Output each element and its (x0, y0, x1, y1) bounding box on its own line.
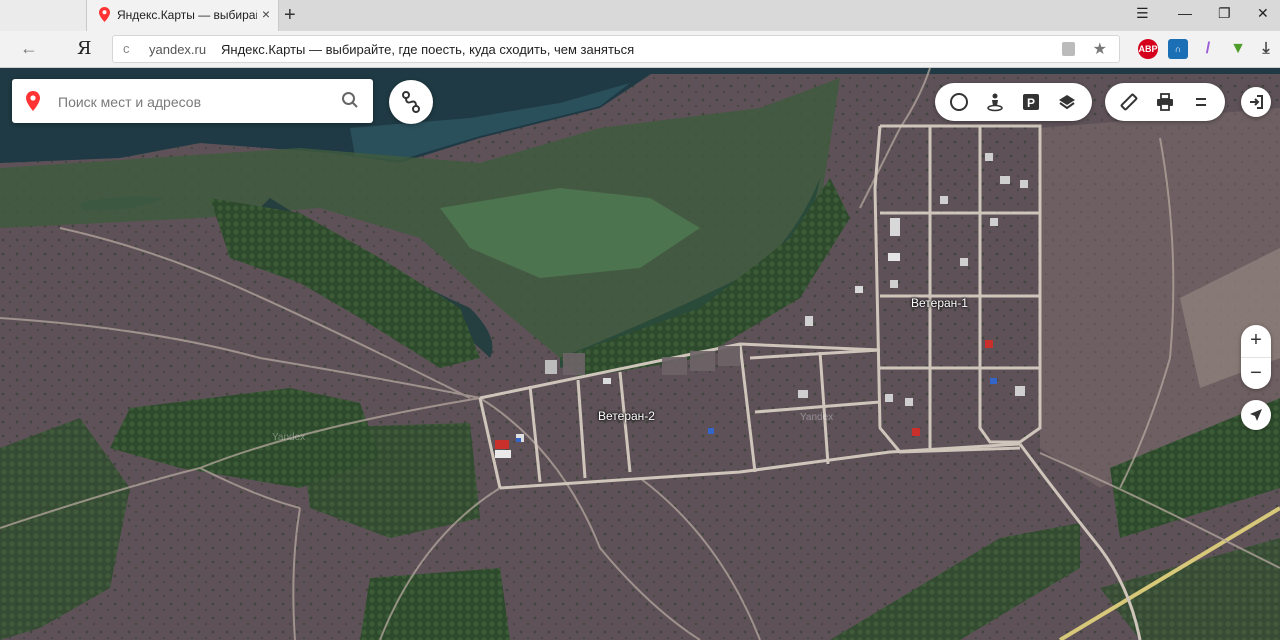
zoom-in-button[interactable]: + (1241, 325, 1271, 357)
search-icon[interactable] (341, 91, 359, 109)
traffic-button[interactable] (941, 84, 977, 120)
bookmark-star-icon[interactable]: ★ (1093, 39, 1107, 59)
map-layers-toolbar: P (935, 83, 1092, 121)
leaf-extension-icon[interactable]: ▼ (1228, 39, 1248, 59)
satellite-map[interactable]: Yandex Yandex Ветеран-1 Ветеран-2 Поиск … (0, 68, 1280, 640)
yandex-logo[interactable]: Я (77, 38, 92, 59)
url-domain: yandex.ru (149, 42, 207, 57)
ruler-button[interactable] (1111, 84, 1147, 120)
tab-yandex-maps[interactable]: Яндекс.Карты — выбирайте, где поесть, ку… (86, 0, 279, 31)
parking-icon: P (1023, 94, 1039, 110)
place-label-veteran-1[interactable]: Ветеран-1 (911, 296, 968, 310)
traffic-icon (950, 93, 968, 111)
svg-text:P: P (1027, 96, 1035, 110)
zoom-control: + − (1241, 325, 1271, 389)
ruler-icon (1120, 93, 1138, 111)
layers-icon (1059, 95, 1075, 110)
layers-button[interactable] (1049, 84, 1085, 120)
tab-blank[interactable] (0, 0, 86, 31)
restore-button[interactable]: ❐ (1218, 5, 1231, 22)
minimize-button[interactable]: — (1178, 5, 1192, 21)
parking-button[interactable]: P (1013, 84, 1049, 120)
pen-extension-icon[interactable]: / (1198, 39, 1218, 59)
tab-close-icon[interactable]: × (262, 6, 270, 22)
print-button[interactable] (1147, 84, 1183, 120)
hamburger-icon (1196, 98, 1206, 106)
geolocation-button[interactable] (1241, 400, 1271, 430)
person-icon (987, 93, 1003, 112)
zoom-out-button[interactable]: − (1241, 357, 1271, 390)
lock-icon[interactable] (1062, 42, 1075, 56)
yandex-pin-icon (26, 91, 40, 111)
satellite-imagery: Yandex Yandex (0, 68, 1280, 640)
address-bar: ← Я c yandex.ru Яндекс.Карты — выбирайте… (0, 31, 1280, 68)
url-page-title: Яндекс.Карты — выбирайте, где поесть, ку… (221, 42, 635, 57)
print-icon (1157, 93, 1173, 111)
tab-title: Яндекс.Карты — выбирайте, где поесть, ку… (117, 8, 257, 22)
search-box (12, 79, 373, 123)
url-field[interactable]: c yandex.ru Яндекс.Карты — выбирайте, гд… (112, 35, 1120, 63)
back-button[interactable]: ← (20, 38, 38, 59)
reload-icon[interactable]: c (123, 41, 130, 56)
new-tab-button[interactable]: + (284, 3, 296, 27)
close-window-button[interactable]: ✕ (1257, 5, 1269, 22)
login-button[interactable] (1241, 87, 1271, 117)
place-label-veteran-2[interactable]: Ветеран-2 (598, 409, 655, 423)
svg-text:Yandex: Yandex (272, 432, 305, 443)
panorama-button[interactable] (977, 84, 1013, 120)
adblock-extension-icon[interactable]: ABP (1138, 39, 1158, 59)
tab-bar: Яндекс.Карты — выбирайте, где поесть, ку… (0, 0, 1280, 31)
route-icon (402, 91, 420, 113)
location-arrow-icon (1250, 409, 1262, 421)
map-tools-toolbar (1105, 83, 1225, 121)
menu-button[interactable] (1183, 84, 1219, 120)
download-icon[interactable]: ⤓ (1256, 39, 1276, 59)
map-pin-icon (99, 7, 110, 22)
login-icon (1250, 95, 1263, 109)
menu-icon[interactable]: ☰ (1136, 5, 1149, 22)
route-button[interactable] (389, 80, 433, 124)
headphones-extension-icon[interactable]: ∩ (1168, 39, 1188, 59)
search-input[interactable] (56, 90, 330, 114)
svg-text:Yandex: Yandex (800, 412, 833, 423)
